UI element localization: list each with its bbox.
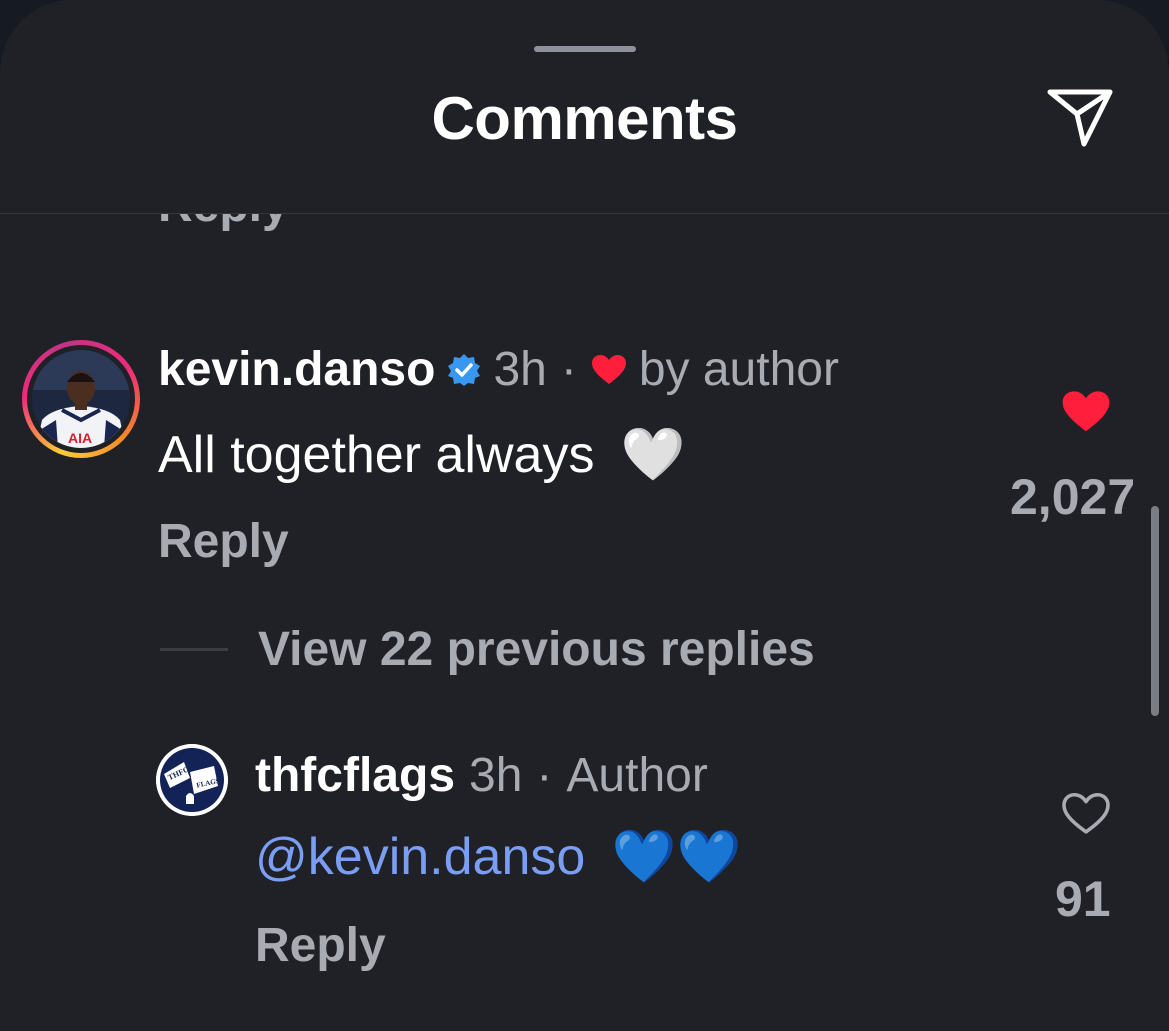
reply-emoji: 💙💙	[611, 828, 742, 886]
avatar[interactable]: THFC FLAGS	[156, 744, 228, 816]
thread-line	[160, 648, 228, 651]
like-count: 2,027	[1010, 469, 1136, 525]
separator-dot: ·	[560, 343, 577, 396]
comment-text: All together always 🤍	[158, 424, 686, 485]
thfc-flags-logo-icon: THFC FLAGS	[156, 744, 228, 816]
comments-sheet: Comments Reply	[0, 0, 1169, 1031]
view-previous-replies-button[interactable]: View 22 previous replies	[160, 622, 815, 677]
heart-outline-icon	[1062, 792, 1110, 834]
comment-username[interactable]: kevin.danso	[158, 342, 435, 397]
like-count: 91	[1055, 871, 1111, 927]
reply-time: 3h	[469, 749, 523, 802]
send-icon	[1047, 89, 1113, 147]
view-previous-replies-label: View 22 previous replies	[258, 623, 815, 676]
reply-button[interactable]: Reply	[158, 214, 289, 233]
heart-filled-icon	[591, 354, 626, 384]
sheet-title: Comments	[431, 85, 738, 152]
separator-dot: ·	[536, 749, 553, 802]
liked-by-author-label: by author	[638, 343, 839, 396]
comment-time: 3h	[493, 343, 547, 396]
comment-emoji: 🤍	[620, 426, 686, 484]
verified-badge-icon	[448, 353, 481, 386]
reply-button[interactable]: Reply	[255, 918, 386, 973]
like-button[interactable]	[1060, 792, 1112, 836]
mention-link[interactable]: @kevin.danso	[255, 828, 585, 886]
svg-text:AIA: AIA	[68, 430, 92, 446]
avatar[interactable]: AIA	[22, 340, 140, 458]
player-photo-icon: AIA	[32, 350, 130, 448]
like-button[interactable]	[1060, 390, 1112, 434]
comment-header: kevin.danso 3h · by author	[158, 342, 839, 397]
author-label: Author	[566, 749, 708, 802]
scrollbar[interactable]	[1151, 506, 1159, 716]
sheet-drag-handle[interactable]	[534, 46, 636, 52]
avatar-photo: AIA	[32, 350, 130, 448]
reply-username[interactable]: thfcflags	[255, 748, 455, 803]
reply-header: thfcflags 3h · Author	[255, 748, 708, 803]
comment-text-content: All together always	[158, 426, 595, 484]
reply-text: @kevin.danso 💙💙	[255, 826, 741, 887]
share-button[interactable]	[1040, 84, 1120, 154]
reply-button[interactable]: Reply	[158, 514, 289, 569]
comments-list[interactable]: Reply AIA	[0, 214, 1169, 1031]
heart-filled-icon	[1062, 391, 1110, 432]
